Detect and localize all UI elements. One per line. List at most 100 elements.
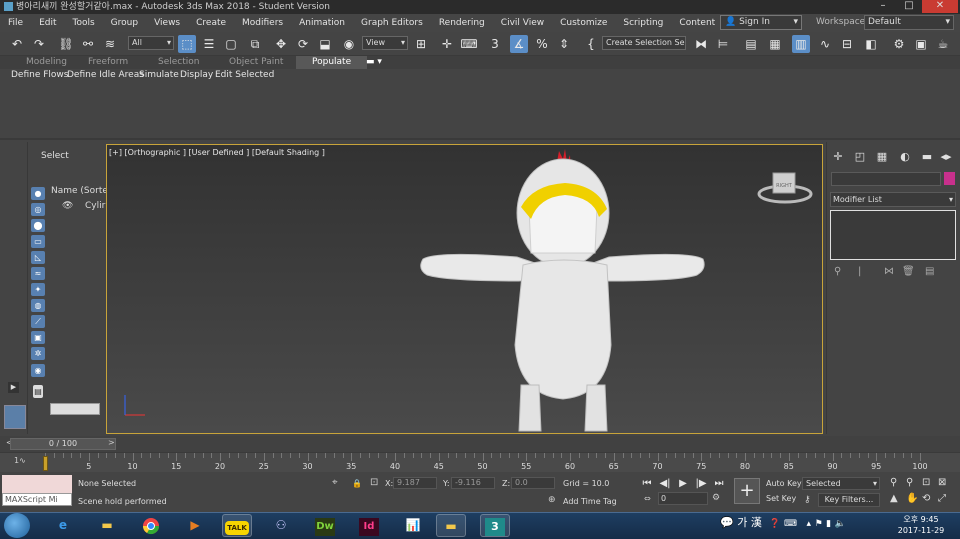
file-explorer-icon[interactable]: ▬ xyxy=(92,514,122,537)
display-geometry-icon[interactable]: ⬤ xyxy=(31,219,45,232)
redo-icon[interactable]: ↷ xyxy=(30,35,48,53)
render-setup-icon[interactable]: ⚙ xyxy=(890,35,908,53)
menu-customize[interactable]: Customize xyxy=(552,18,615,28)
place-icon[interactable]: ◉ xyxy=(340,35,358,53)
menu-create[interactable]: Create xyxy=(188,18,234,28)
move-icon[interactable]: ✥ xyxy=(272,35,290,53)
key-mode-icon[interactable]: ⇔ xyxy=(644,494,651,503)
key-filters-button[interactable]: Key Filters... xyxy=(818,493,880,507)
display-tab-icon[interactable]: ▬ xyxy=(919,150,935,163)
menu-modifiers[interactable]: Modifiers xyxy=(234,18,291,28)
ribbon-options-icon[interactable]: ▬ ▾ xyxy=(366,56,382,69)
menu-file[interactable]: File xyxy=(0,18,31,28)
tab-object-paint[interactable]: Object Paint xyxy=(229,56,283,69)
set-key-button[interactable]: Set Key xyxy=(766,494,796,503)
render-production-icon[interactable]: ☕ xyxy=(934,35,952,53)
field-of-view-icon[interactable]: ▲ xyxy=(890,493,898,504)
tab-modeling[interactable]: Modeling xyxy=(26,56,67,69)
sign-in-dropdown[interactable]: 👤 Sign In ▾ xyxy=(720,15,802,30)
scene-explorer-toggle-icon[interactable]: ▤ xyxy=(742,35,760,53)
auto-key-button[interactable]: Auto Key xyxy=(766,479,802,488)
align-icon[interactable]: ⊨ xyxy=(714,35,732,53)
zoom-extents-icon[interactable]: ⊡ xyxy=(922,477,930,488)
select-manipulate-icon[interactable]: ✛ xyxy=(438,35,456,53)
link-icon[interactable]: ⛓ xyxy=(57,35,75,53)
mini-curve-editor-icon[interactable]: 1∿ xyxy=(14,456,26,465)
previous-frame-icon[interactable]: ◀| xyxy=(658,477,672,491)
remove-modifier-icon[interactable]: 🗑 xyxy=(902,266,915,277)
start-button[interactable] xyxy=(4,513,30,538)
go-to-end-icon[interactable]: ⏭ xyxy=(712,477,726,491)
absolute-mode-icon[interactable]: ⊡ xyxy=(370,477,378,488)
layer-explorer-icon[interactable]: ▦ xyxy=(766,35,784,53)
ribbon-toggle-icon[interactable]: ▥ xyxy=(792,35,810,53)
configure-modifier-sets-icon[interactable]: ▤ xyxy=(925,266,934,277)
menu-graph-editors[interactable]: Graph Editors xyxy=(353,18,431,28)
snaps-toggle-icon[interactable]: 3 xyxy=(486,35,504,53)
tab-freeform[interactable]: Freeform xyxy=(88,56,128,69)
name-column-header[interactable]: Name (Sorte xyxy=(51,186,108,196)
signal-icon[interactable]: ▮ xyxy=(826,519,831,529)
y-coordinate-field[interactable]: -9.116 xyxy=(451,477,495,489)
menu-scripting[interactable]: Scripting xyxy=(615,18,671,28)
named-selection-dropdown[interactable]: Create Selection Se xyxy=(602,36,686,50)
utilities-tab-icon[interactable]: ◂▸ xyxy=(938,150,954,163)
menu-views[interactable]: Views xyxy=(146,18,188,28)
tray-expand-icon[interactable]: ▴ xyxy=(807,519,812,529)
media-player-icon[interactable]: ▶ xyxy=(180,514,210,537)
flag-icon[interactable]: ⚑ xyxy=(815,519,823,529)
pan-icon[interactable]: ✋ xyxy=(906,493,918,504)
expand-arrow-icon[interactable]: ▶ xyxy=(8,382,19,393)
zoom-all-icon[interactable]: ⚲ xyxy=(906,477,913,488)
make-unique-icon[interactable]: ⋈ xyxy=(884,266,894,277)
display-bones-icon[interactable]: ✲ xyxy=(31,347,45,360)
play-icon[interactable]: ▶ xyxy=(676,477,690,491)
subtab-display[interactable]: Display xyxy=(180,69,213,82)
menu-rendering[interactable]: Rendering xyxy=(431,18,493,28)
selection-filter-dropdown[interactable]: All ▾ xyxy=(128,36,174,50)
zoom-icon[interactable]: ⚲ xyxy=(890,477,897,488)
isolate-selection-icon[interactable]: ⌖ xyxy=(332,477,338,488)
pin-stack-icon[interactable]: ⚲ xyxy=(834,266,841,277)
subtab-simulate[interactable]: Simulate xyxy=(139,69,179,82)
window-crossing-icon[interactable]: ⧉ xyxy=(246,35,264,53)
modify-tab-icon[interactable]: ◰ xyxy=(852,150,868,163)
object-color-swatch[interactable] xyxy=(944,172,955,185)
undo-icon[interactable]: ↶ xyxy=(8,35,26,53)
time-slider[interactable]: 0 / 100 xyxy=(10,438,116,450)
edit-named-selection-icon[interactable]: { xyxy=(582,35,600,53)
kakaotalk-icon[interactable]: TALK xyxy=(222,514,252,537)
maxscript-listener[interactable] xyxy=(2,475,72,493)
current-frame-marker[interactable] xyxy=(43,456,48,471)
tab-selection[interactable]: Selection xyxy=(158,56,199,69)
percent-snap-icon[interactable]: % xyxy=(533,35,551,53)
subtab-define-idle-areas[interactable]: Define Idle Areas xyxy=(67,69,144,82)
pivot-center-icon[interactable]: ⊞ xyxy=(412,35,430,53)
zoom-extents-all-icon[interactable]: ⊠ xyxy=(938,477,946,488)
x-coordinate-field[interactable]: 9.187 xyxy=(393,477,437,489)
maximize-viewport-icon[interactable]: ⤢ xyxy=(938,493,946,504)
minimize-button[interactable]: – xyxy=(870,0,896,13)
menu-edit[interactable]: Edit xyxy=(31,18,64,28)
select-by-name-icon[interactable]: ☰ xyxy=(200,35,218,53)
menu-tools[interactable]: Tools xyxy=(65,18,103,28)
viewcube[interactable]: RIGHT xyxy=(757,172,813,204)
folder-window-icon[interactable]: ▬ xyxy=(436,514,466,537)
time-slider-next-icon[interactable]: > xyxy=(108,438,115,447)
display-xrefs-icon[interactable]: ▣ xyxy=(31,331,45,344)
go-to-start-icon[interactable]: ⏮ xyxy=(640,477,654,491)
display-spacewarps-icon[interactable]: ◍ xyxy=(31,299,45,312)
menu-civil-view[interactable]: Civil View xyxy=(493,18,552,28)
material-editor-icon[interactable]: ◧ xyxy=(862,35,880,53)
select-object-icon[interactable]: ⬚ xyxy=(178,35,196,53)
mirror-icon[interactable]: ⧓ xyxy=(692,35,710,53)
current-frame-field[interactable]: 0 xyxy=(658,492,708,505)
scene-object-row[interactable]: Cylir xyxy=(85,201,105,211)
layer-swatch[interactable] xyxy=(4,405,26,429)
tab-populate[interactable]: Populate xyxy=(296,56,368,69)
time-configuration-icon[interactable]: ⚙ xyxy=(712,493,720,503)
subtab-edit-selected[interactable]: Edit Selected xyxy=(215,69,274,82)
scale-icon[interactable]: ⬓ xyxy=(316,35,334,53)
bind-spacewarp-icon[interactable]: ≋ xyxy=(101,35,119,53)
close-button[interactable]: ✕ xyxy=(922,0,958,13)
